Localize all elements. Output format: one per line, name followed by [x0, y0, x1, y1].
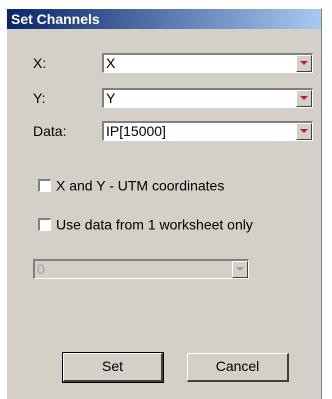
x-label: X: — [33, 55, 47, 71]
x-dropdown-button[interactable] — [296, 55, 312, 72]
worksheet-dropdown-button — [232, 261, 248, 278]
utm-coordinates-checkbox-row[interactable]: X and Y - UTM coordinates — [38, 176, 224, 193]
chevron-down-icon — [300, 61, 308, 65]
single-worksheet-checkbox[interactable] — [38, 217, 51, 231]
data-label: Data: — [33, 123, 67, 139]
y-dropdown-button[interactable] — [296, 90, 312, 107]
utm-coordinates-checkbox[interactable] — [38, 178, 51, 192]
chevron-down-icon — [236, 267, 244, 271]
y-channel-value: Y — [106, 90, 116, 106]
set-channels-dialog: Set Channels X: X Y: Y Data: IP[15000] X… — [6, 8, 322, 399]
single-worksheet-checkbox-row[interactable]: Use data from 1 worksheet only — [38, 215, 253, 232]
cancel-button[interactable]: Cancel — [187, 353, 289, 382]
utm-coordinates-label: X and Y - UTM coordinates — [56, 177, 225, 194]
y-channel-select[interactable]: Y — [102, 88, 313, 108]
x-channel-select[interactable]: X — [102, 53, 313, 73]
data-channel-value: IP[15000] — [106, 123, 166, 139]
y-label: Y: — [33, 90, 46, 106]
single-worksheet-label: Use data from 1 worksheet only — [56, 216, 253, 233]
data-channel-select[interactable]: IP[15000] — [102, 121, 313, 141]
chevron-down-icon — [300, 96, 308, 100]
window-title: Set Channels — [7, 9, 321, 29]
x-channel-value: X — [106, 55, 116, 71]
set-button[interactable]: Set — [62, 352, 164, 383]
worksheet-select: 0 — [33, 259, 249, 279]
data-dropdown-button[interactable] — [296, 123, 312, 140]
chevron-down-icon — [300, 129, 308, 133]
worksheet-value: 0 — [37, 261, 45, 277]
